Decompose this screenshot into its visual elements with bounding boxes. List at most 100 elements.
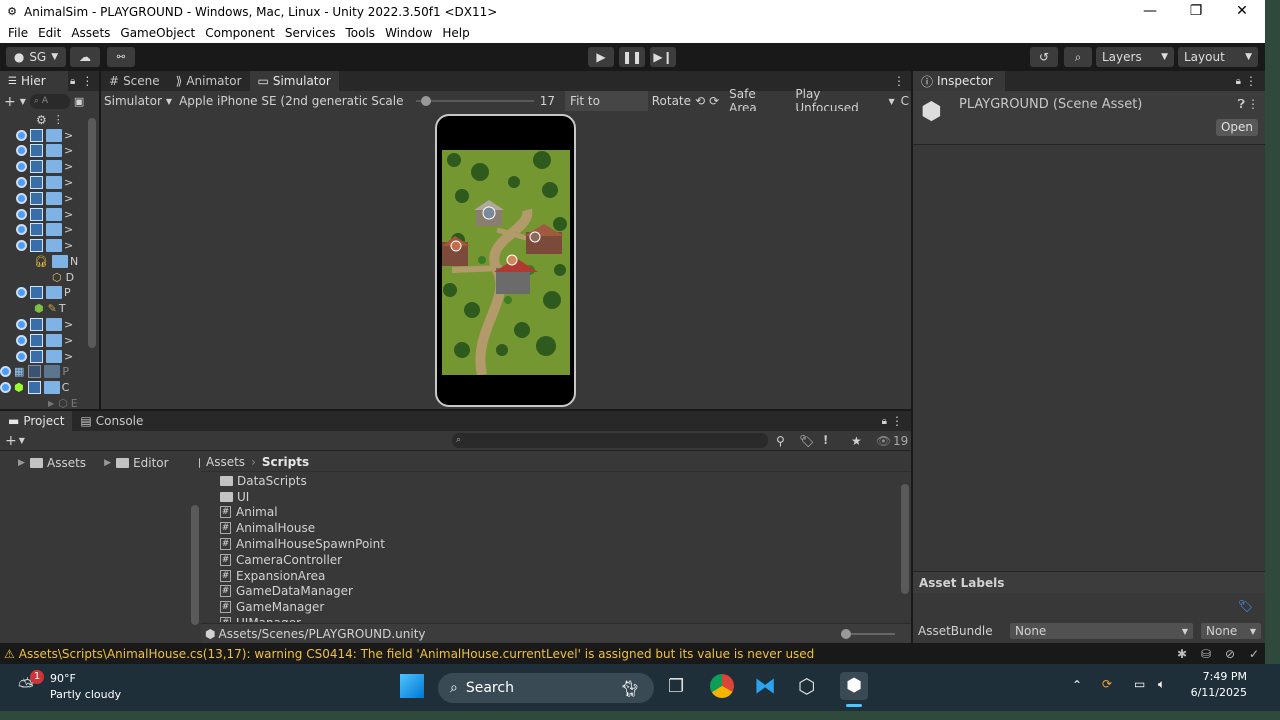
menu-help[interactable]: Help: [437, 26, 474, 40]
network-icon[interactable]: ⊘: [1225, 647, 1235, 661]
list-item[interactable]: # AnimalHouse: [220, 520, 911, 536]
control-toggle[interactable]: C: [899, 94, 911, 108]
layers-dropdown[interactable]: Layers ▼: [1096, 47, 1174, 67]
visibility-icon[interactable]: [16, 335, 27, 346]
list-item[interactable]: >: [16, 207, 73, 222]
icon-size-slider[interactable]: [841, 629, 895, 639]
visibility-icon[interactable]: [16, 319, 27, 330]
list-item[interactable]: >: [16, 222, 73, 237]
visibility-icon[interactable]: [0, 382, 11, 393]
kebab-menu-icon[interactable]: ⋮: [53, 113, 64, 126]
history-button[interactable]: ↺: [1030, 47, 1058, 67]
favorite-star-icon[interactable]: ★: [851, 434, 862, 448]
asset-labels-header[interactable]: Asset Labels: [913, 571, 1265, 593]
tab-inspector[interactable]: ⓘ Inspector: [913, 71, 1005, 91]
kebab-menu-icon[interactable]: ⋮: [1245, 74, 1257, 88]
scene-root-row[interactable]: ⚙ ⋮: [36, 112, 64, 127]
chevron-up-icon[interactable]: ⌃: [1072, 678, 1082, 692]
assetbundle-dropdown[interactable]: None ▼: [1010, 623, 1193, 639]
project-search-input[interactable]: ⌕: [452, 433, 768, 448]
add-icon[interactable]: +: [5, 433, 17, 449]
account-button[interactable]: ● SG ▼: [6, 47, 66, 67]
clock-time[interactable]: 7:49 PM: [1203, 670, 1247, 683]
list-item[interactable]: # AnimalHouseSpawnPoint: [220, 536, 911, 552]
visibility-icon[interactable]: [16, 240, 27, 251]
device-dropdown[interactable]: Apple iPhone SE (2nd generatio▼: [175, 94, 367, 108]
kebab-menu-icon[interactable]: ⋮: [81, 74, 93, 88]
hierarchy-scrollbar[interactable]: [88, 118, 96, 348]
rotate-right-icon[interactable]: ⟳: [709, 94, 719, 108]
visibility-icon[interactable]: [16, 161, 27, 172]
step-button[interactable]: ▶❙: [650, 47, 676, 67]
pause-button[interactable]: ❚❚: [619, 47, 645, 67]
open-button[interactable]: Open: [1216, 119, 1258, 136]
list-item[interactable]: P: [16, 285, 71, 300]
visibility-icon[interactable]: [16, 177, 27, 188]
help-icon[interactable]: ❓︎: [1238, 97, 1245, 112]
menu-tools[interactable]: Tools: [341, 26, 381, 40]
list-item[interactable]: # UIManager: [220, 615, 911, 622]
scale-slider[interactable]: [415, 94, 534, 108]
list-item[interactable]: >: [16, 159, 73, 174]
lock-icon[interactable]: 🔒︎: [1236, 76, 1241, 87]
task-view-icon[interactable]: ❐: [668, 676, 684, 697]
list-item[interactable]: # GameDataManager: [220, 584, 911, 600]
hierarchy-search-input[interactable]: ⌕ A: [29, 94, 70, 109]
lock-icon[interactable]: 🔒︎: [70, 76, 75, 87]
search-button[interactable]: ⌕: [1064, 47, 1092, 67]
expand-arrow-icon[interactable]: ▶: [18, 458, 30, 468]
list-item[interactable]: >: [16, 349, 73, 364]
hidden-packages-icon[interactable]: 👁︎: [876, 434, 891, 448]
search-by-type-icon[interactable]: ⚲: [776, 434, 785, 448]
visibility-icon[interactable]: [16, 287, 27, 298]
volume-icon[interactable]: 🔈︎: [1158, 677, 1165, 692]
sync-icon[interactable]: ⟳: [1102, 677, 1112, 691]
list-item[interactable]: ⬢ C: [0, 380, 69, 395]
icon-size-slider-thumb[interactable]: [841, 629, 851, 639]
list-item[interactable]: UI: [220, 489, 911, 505]
menu-edit[interactable]: Edit: [33, 26, 66, 40]
visibility-icon[interactable]: [0, 366, 11, 377]
play-button[interactable]: ▶: [588, 47, 614, 67]
chevron-down-icon[interactable]: ▼: [19, 436, 25, 445]
visibility-icon[interactable]: [16, 145, 27, 156]
tab-simulator[interactable]: ▭ Simulator: [249, 71, 339, 91]
menu-assets[interactable]: Assets: [66, 26, 115, 40]
cloud-button[interactable]: ☁: [70, 47, 100, 67]
sidebar-item-font[interactable]: Font: [169, 455, 200, 471]
taskbar-search[interactable]: ⌕ Search 🐈︎: [438, 673, 654, 703]
list-item[interactable]: ▦ P: [0, 364, 69, 379]
checkmark-icon[interactable]: ✓: [1249, 647, 1259, 661]
list-item[interactable]: DataScripts: [220, 473, 911, 489]
expand-arrow-icon[interactable]: ▶: [48, 399, 54, 408]
rotate-left-icon[interactable]: ⟲: [695, 94, 705, 108]
visibility-icon[interactable]: [16, 351, 27, 362]
chevron-down-icon[interactable]: ▼: [20, 97, 26, 106]
list-item[interactable]: # ExpansionArea: [220, 568, 911, 584]
kebab-menu-icon[interactable]: ⋮: [891, 414, 903, 428]
visibility-icon[interactable]: [16, 130, 27, 141]
image-icon[interactable]: ▣: [74, 95, 84, 108]
list-item[interactable]: >: [16, 128, 73, 143]
display-icon[interactable]: ▭: [1134, 677, 1145, 691]
list-item[interactable]: ▶ ⬡ E: [48, 396, 78, 409]
windows-start-icon[interactable]: [400, 674, 424, 698]
list-item[interactable]: >: [16, 333, 73, 348]
menu-services[interactable]: Services: [280, 26, 341, 40]
list-item[interactable]: 🎧︎ N: [34, 254, 78, 269]
minimize-button[interactable]: —: [1127, 0, 1173, 23]
content-scrollbar[interactable]: [901, 484, 909, 594]
list-item[interactable]: >: [16, 175, 73, 190]
sidebar-item-assets[interactable]: ▶ Assets: [0, 455, 86, 471]
list-item[interactable]: >: [16, 191, 73, 206]
vscode-icon[interactable]: ⧓: [754, 674, 776, 699]
folder-tree-scrollbar[interactable]: [191, 505, 199, 625]
visibility-icon[interactable]: [16, 193, 27, 204]
unity-editor-icon[interactable]: ⬢: [840, 672, 868, 700]
lock-icon[interactable]: 🔒︎: [882, 416, 887, 427]
tab-scene[interactable]: # Scene: [101, 71, 168, 91]
expand-arrow-icon[interactable]: ▶: [104, 458, 116, 468]
search-by-label-icon[interactable]: 🏷︎: [799, 434, 814, 448]
layout-dropdown[interactable]: Layout ▼: [1178, 47, 1258, 67]
tab-project[interactable]: ▬ Project: [0, 411, 73, 431]
